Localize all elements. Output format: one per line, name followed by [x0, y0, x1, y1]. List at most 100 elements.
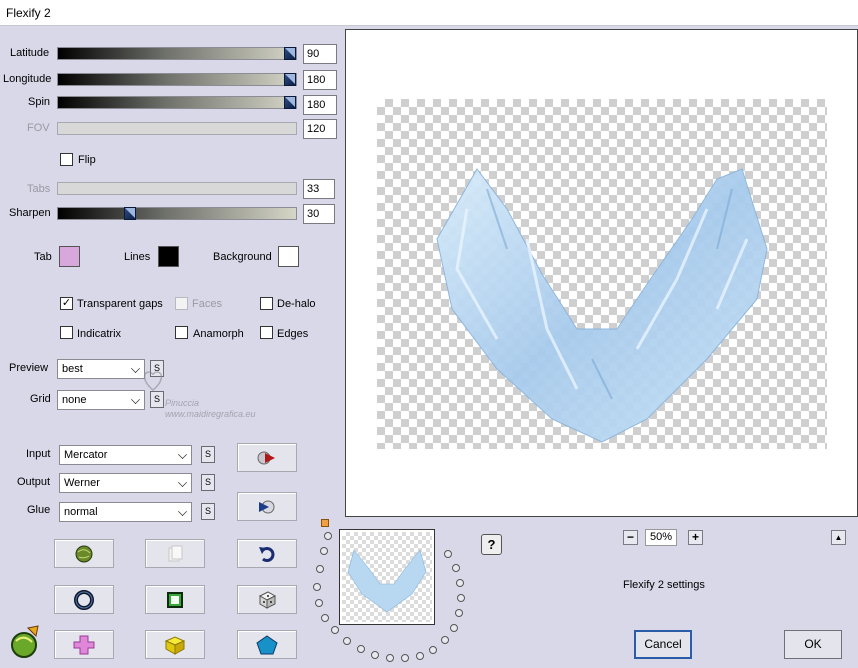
navigator-dot[interactable]: [455, 609, 463, 617]
background-color-swatch[interactable]: [278, 246, 299, 267]
latitude-field[interactable]: 90: [303, 44, 337, 64]
spin-slider[interactable]: [57, 96, 297, 109]
copy-button[interactable]: [145, 539, 205, 568]
chevron-down-icon: [178, 450, 187, 459]
watermark-logo: [140, 367, 166, 395]
dice-icon: [258, 590, 277, 609]
glue-s-button[interactable]: S: [201, 503, 215, 520]
lines-color-swatch[interactable]: [158, 246, 179, 267]
navigator-dot[interactable]: [331, 626, 339, 634]
ring-tool-button[interactable]: [54, 585, 114, 614]
tabs-slider[interactable]: [57, 182, 297, 195]
flip-label: Flip: [78, 154, 96, 166]
output-projection-select[interactable]: Werner: [59, 473, 192, 493]
spin-slider-thumb[interactable]: [284, 96, 296, 109]
transparent-gaps-checkbox[interactable]: ✓: [60, 297, 73, 310]
flip-checkbox[interactable]: [60, 153, 73, 166]
indicatrix-checkbox[interactable]: [60, 326, 73, 339]
spin-label: Spin: [28, 96, 51, 108]
output-s-button[interactable]: S: [201, 474, 215, 491]
grid-label: Grid: [30, 393, 51, 405]
navigator-dot[interactable]: [456, 579, 464, 587]
navigator-dot[interactable]: [324, 532, 332, 540]
sharpen-field[interactable]: 30: [303, 204, 335, 224]
navigator-dot[interactable]: [371, 651, 379, 659]
edges-checkbox[interactable]: [260, 326, 273, 339]
thumbnail-image: [347, 549, 427, 613]
longitude-slider-thumb[interactable]: [284, 73, 296, 86]
ok-button[interactable]: OK: [784, 630, 842, 659]
input-s-button[interactable]: S: [201, 446, 215, 463]
longitude-slider[interactable]: [57, 73, 297, 86]
fov-field[interactable]: 120: [303, 119, 337, 139]
render-sequence-button[interactable]: [237, 492, 297, 521]
grid-select[interactable]: none: [57, 390, 145, 410]
globe-icon: [75, 545, 93, 562]
navigator-thumbnail[interactable]: [339, 529, 435, 625]
latitude-slider-thumb[interactable]: [284, 47, 296, 60]
random-dice-button[interactable]: [237, 585, 297, 614]
preview-canvas[interactable]: [345, 29, 858, 517]
zoom-in-button[interactable]: +: [688, 530, 703, 545]
navigator-dot[interactable]: [321, 614, 329, 622]
play-morph-button[interactable]: [237, 443, 297, 472]
navigator-dot[interactable]: [416, 652, 424, 660]
cross-tool-button[interactable]: [54, 630, 114, 659]
undo-icon: [259, 546, 275, 562]
flexify-logo: [8, 624, 42, 660]
navigator-dot[interactable]: [357, 645, 365, 653]
undo-button[interactable]: [237, 539, 297, 568]
navigator-dot[interactable]: [441, 636, 449, 644]
scroll-up-button[interactable]: ▲: [831, 530, 846, 545]
preview-quality-select[interactable]: best: [57, 359, 145, 379]
navigator-dot[interactable]: [444, 550, 452, 558]
cross-icon: [73, 635, 95, 654]
input-projection-select[interactable]: Mercator: [59, 445, 192, 465]
randomize-globe-button[interactable]: [54, 539, 114, 568]
latitude-slider[interactable]: [57, 47, 297, 60]
cube-tool-button[interactable]: [145, 630, 205, 659]
spin-field[interactable]: 180: [303, 95, 337, 115]
transparency-checkerboard: [377, 99, 827, 449]
navigator-dot[interactable]: [429, 646, 437, 654]
faces-label: Faces: [192, 298, 222, 310]
navigator-dot[interactable]: [457, 594, 465, 602]
navigator-dot[interactable]: [343, 637, 351, 645]
help-button[interactable]: ?: [481, 534, 502, 555]
dehalo-checkbox[interactable]: [260, 297, 273, 310]
pentagon-tool-button[interactable]: [237, 630, 297, 659]
frame-tool-button[interactable]: [145, 585, 205, 614]
disc-play-icon: [259, 500, 275, 513]
fov-slider[interactable]: [57, 122, 297, 135]
longitude-field[interactable]: 180: [303, 70, 337, 90]
copy-icon: [168, 545, 183, 561]
navigator-dot[interactable]: [450, 624, 458, 632]
sharpen-label: Sharpen: [9, 207, 51, 219]
sharpen-slider[interactable]: [57, 207, 297, 220]
zoom-out-button[interactable]: −: [623, 530, 638, 545]
preview-quality-value: best: [62, 363, 83, 375]
edges-label: Edges: [277, 328, 309, 340]
tab-color-swatch[interactable]: [59, 246, 80, 267]
sharpen-slider-thumb[interactable]: [124, 207, 136, 220]
navigator-dot[interactable]: [320, 547, 328, 555]
lines-color-label: Lines: [124, 251, 151, 263]
anamorph-checkbox[interactable]: [175, 326, 188, 339]
navigator-dot[interactable]: [313, 583, 321, 591]
navigator-dot[interactable]: [316, 565, 324, 573]
navigator-dot[interactable]: [386, 654, 394, 662]
navigator-dot[interactable]: [452, 564, 460, 572]
background-color-label: Background: [213, 251, 272, 263]
anamorph-label: Anamorph: [193, 328, 244, 340]
navigator-dot[interactable]: [315, 599, 323, 607]
navigator-handle[interactable]: [321, 519, 329, 527]
zoom-value: 50%: [645, 529, 677, 546]
flexify-logo-icon: [11, 625, 39, 658]
chevron-down-icon: [131, 364, 140, 373]
fov-label: FOV: [27, 122, 50, 134]
navigator-dot[interactable]: [401, 654, 409, 662]
faces-checkbox[interactable]: [175, 297, 188, 310]
cancel-button[interactable]: Cancel: [634, 630, 692, 659]
glue-select[interactable]: normal: [59, 502, 192, 522]
tabs-field[interactable]: 33: [303, 179, 335, 199]
